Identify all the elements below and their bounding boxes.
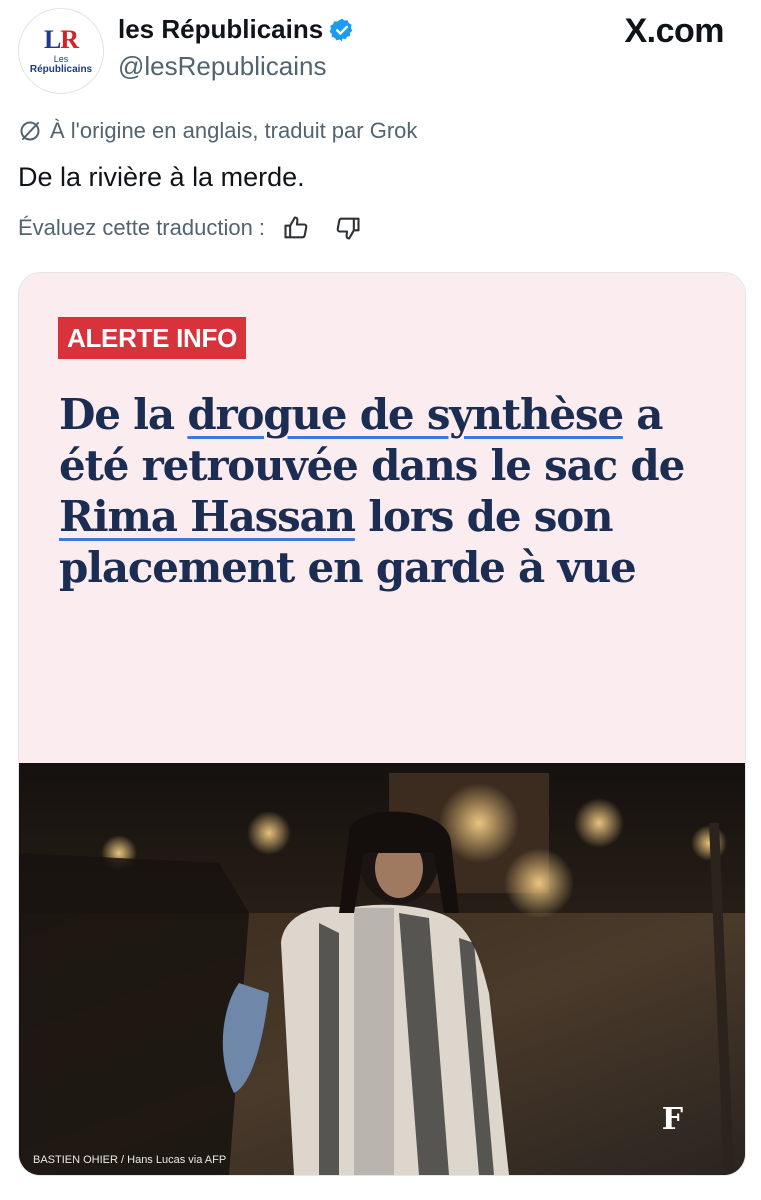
headline-link-drugs[interactable]: drogue de synthèse — [187, 390, 624, 439]
article-headline: De la drogue de synthèse a été retrouvée… — [59, 389, 719, 593]
handle[interactable]: @lesRepublicains — [118, 51, 327, 82]
headline-link-name[interactable]: Rima Hassan — [59, 492, 356, 541]
translation-note: À l'origine en anglais, traduit par Grok — [18, 118, 417, 144]
rate-label: Évaluez cette traduction : — [18, 215, 266, 240]
avatar-line-1: Les — [53, 53, 69, 64]
article-card[interactable]: ALERTE INFO De la drogue de synthèse a é… — [18, 272, 746, 1176]
rate-translation: Évaluez cette traduction : — [18, 213, 363, 243]
alert-badge: ALERTE INFO — [58, 317, 247, 359]
thumbs-up-icon — [284, 216, 308, 239]
site-watermark: X.com — [624, 12, 724, 50]
thumbs-down-icon — [336, 217, 360, 240]
translation-note-text: À l'origine en anglais, traduit par Grok — [50, 118, 418, 143]
avatar-line-2: Républicains — [29, 63, 93, 75]
display-name[interactable]: les Républicains — [118, 14, 323, 45]
translate-icon — [20, 121, 40, 141]
avatar[interactable]: LR Les Républicains — [18, 8, 104, 94]
avatar-letter-l: L — [43, 24, 61, 54]
thumbs-down-button[interactable] — [333, 213, 363, 243]
avatar-monogram: LR — [43, 24, 79, 54]
article-photo: BASTIEN OHIER / Hans Lucas via AFP — [19, 763, 745, 1175]
headline-part-1: De la — [59, 390, 188, 439]
tweet-header: LR Les Républicains les Républicains @le… — [0, 0, 761, 100]
thumbs-up-button[interactable] — [281, 213, 311, 243]
name-row: les Républicains — [118, 14, 355, 45]
figaro-logo-icon: F — [661, 1102, 683, 1137]
verified-badge-icon — [329, 18, 353, 41]
avatar-letter-r: R — [60, 24, 79, 54]
tweet-text: De la rivière à la merde. — [18, 162, 305, 192]
photo-credit: BASTIEN OHIER / Hans Lucas via AFP — [33, 1154, 226, 1166]
